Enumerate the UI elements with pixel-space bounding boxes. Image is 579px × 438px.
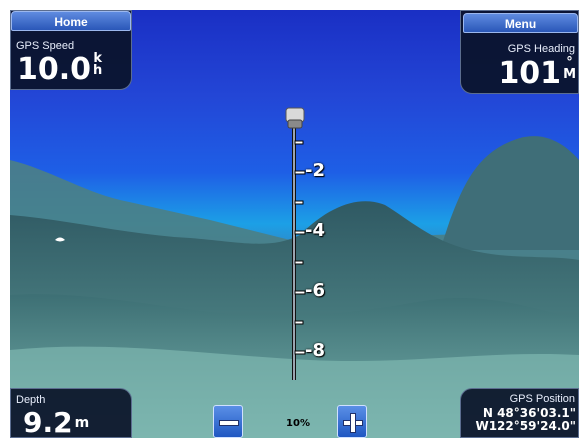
depth-panel: Depth 9.2 m <box>10 388 132 438</box>
speed-label: GPS Speed <box>16 40 75 52</box>
plus-icon-v <box>350 413 356 433</box>
longitude-value: W122°59'24.0" <box>475 419 576 433</box>
depth-unit: m <box>74 415 90 431</box>
heading-unit: ° M <box>563 55 576 82</box>
menu-button[interactable]: Menu <box>463 13 578 33</box>
zoom-out-button[interactable] <box>213 405 243 438</box>
speed-value: 10.0 k h <box>17 51 103 87</box>
minus-icon <box>219 420 239 426</box>
position-label: GPS Position <box>509 393 575 405</box>
depth-label-6: -6 <box>305 280 325 301</box>
heading-panel: Menu GPS Heading 101 ° M <box>460 10 579 94</box>
depth-label: Depth <box>16 394 46 406</box>
speed-panel: Home GPS Speed 10.0 k h <box>10 10 132 90</box>
speed-unit: kh <box>93 51 103 78</box>
fish-eye-3d-view: -2 -4 -6 -8 Home GPS Speed 10.0 k h Menu G… <box>0 0 579 438</box>
heading-label: GPS Heading <box>507 43 575 55</box>
position-panel: GPS Position N 48°36'03.1" W122°59'24.0" <box>460 388 579 438</box>
depth-label-4: -4 <box>305 220 325 241</box>
zoom-in-button[interactable] <box>337 405 367 438</box>
depth-label-8: -8 <box>305 340 325 361</box>
depth-label-2: -2 <box>305 160 325 181</box>
home-button[interactable]: Home <box>11 11 131 31</box>
zoom-level: 10% <box>286 418 310 429</box>
depth-value: 9.2 m <box>23 406 90 438</box>
heading-value: 101 ° M <box>498 55 576 91</box>
